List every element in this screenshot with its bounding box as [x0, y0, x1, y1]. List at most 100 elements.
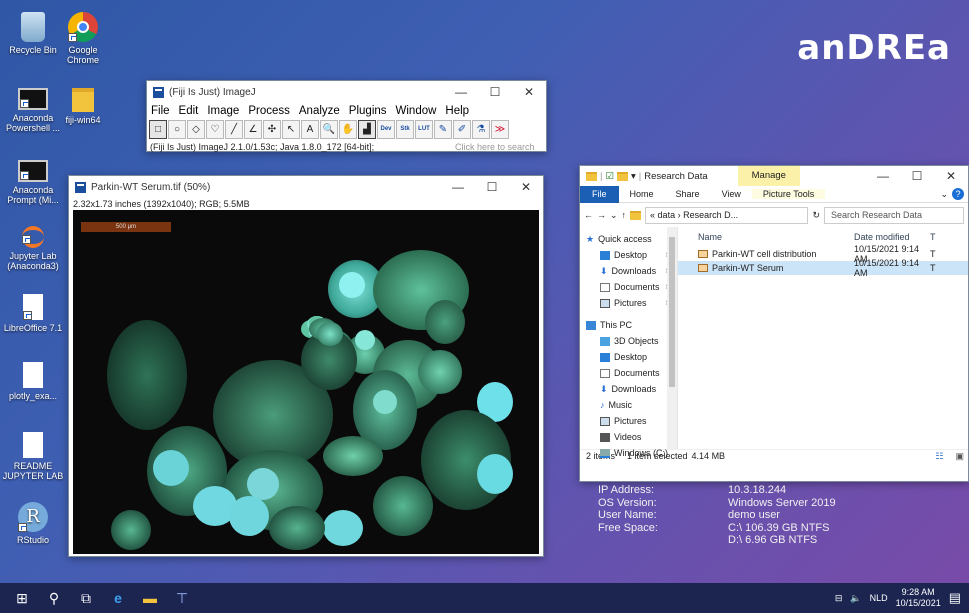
oval-tool-icon[interactable]: ○: [168, 120, 186, 139]
angle-tool-icon[interactable]: ∠: [244, 120, 262, 139]
close-icon[interactable]: ✕: [512, 85, 546, 99]
menu-plugins[interactable]: Plugins: [349, 105, 387, 117]
nav-scrollbar[interactable]: [667, 227, 677, 449]
nav-downloads[interactable]: ⬇Downloads✱: [580, 263, 677, 279]
hand-tool-icon[interactable]: ✋: [339, 120, 357, 139]
maximize-icon[interactable]: ☐: [900, 169, 934, 183]
column-type[interactable]: T: [930, 232, 936, 242]
close-icon[interactable]: ✕: [509, 180, 543, 194]
clock[interactable]: 9:28 AM 10/15/2021: [896, 587, 941, 609]
imagej-window[interactable]: (Fiji Is Just) ImageJ — ☐ ✕ File Edit Im…: [146, 80, 547, 152]
ribbon-expand-icon[interactable]: ⌄: [936, 189, 952, 200]
desktop-icon-rstudio[interactable]: R RStudio: [2, 502, 64, 545]
minimize-icon[interactable]: —: [444, 85, 478, 99]
color-picker-tool-icon[interactable]: ▟: [358, 120, 376, 139]
volume-icon[interactable]: 🔈: [850, 593, 861, 604]
file-explorer-icon[interactable]: ▬: [134, 583, 166, 613]
tab-manage[interactable]: Manage: [737, 166, 800, 186]
start-windows-icon[interactable]: ⊞: [6, 583, 38, 613]
magnifier-tool-icon[interactable]: 🔍: [320, 120, 338, 139]
image-window[interactable]: Parkin-WT Serum.tif (50%) — ☐ ✕ 2.32x1.7…: [68, 175, 544, 557]
nav-pictures[interactable]: Pictures✱: [580, 295, 677, 311]
large-icons-view-icon[interactable]: ▣: [955, 451, 964, 462]
wand-tool-icon[interactable]: ↖: [282, 120, 300, 139]
refresh-icon[interactable]: ↻: [812, 210, 820, 221]
nav-quick-access[interactable]: ★ Quick access: [580, 231, 677, 247]
rectangle-tool-icon[interactable]: □: [149, 120, 167, 139]
desktop-icon-anaconda-prompt[interactable]: Anaconda Prompt (Mi...: [2, 160, 64, 205]
stk-tool-icon[interactable]: Stk: [396, 120, 414, 139]
desktop-icon-readme[interactable]: README JUPYTER LAB: [2, 432, 64, 481]
lut-tool-icon[interactable]: LUT: [415, 120, 433, 139]
nav-documents[interactable]: Documents✱: [580, 279, 677, 295]
tab-file[interactable]: File: [580, 185, 619, 203]
details-view-icon[interactable]: ☷: [935, 451, 943, 462]
desktop-icon-jupyter-lab[interactable]: Jupyter Lab (Anaconda3): [2, 226, 64, 271]
polygon-tool-icon[interactable]: ◇: [187, 120, 205, 139]
menu-file[interactable]: File: [151, 105, 170, 117]
properties-icon[interactable]: ☑: [605, 171, 614, 182]
nav-pc-documents[interactable]: Documents: [580, 365, 677, 381]
help-icon[interactable]: ?: [952, 188, 964, 200]
back-icon[interactable]: ←: [584, 210, 593, 220]
close-icon[interactable]: ✕: [934, 169, 968, 183]
desktop-icon-fiji[interactable]: fiji-win64: [52, 88, 114, 125]
task-view-icon[interactable]: ⧉: [70, 583, 102, 613]
menu-process[interactable]: Process: [248, 105, 290, 117]
language-indicator[interactable]: NLD: [870, 593, 888, 603]
file-row-selected[interactable]: Parkin-WT Serum 10/15/2021 9:14 AM T: [678, 258, 968, 278]
brush-tool-icon[interactable]: ✐: [453, 120, 471, 139]
point-tool-icon[interactable]: ✣: [263, 120, 281, 139]
recent-chevron-icon[interactable]: ⌄: [610, 210, 618, 221]
tab-home[interactable]: Home: [619, 189, 665, 199]
menu-analyze[interactable]: Analyze: [299, 105, 340, 117]
explorer-titlebar[interactable]: | ☑ ▾ | Research Data Manage — ☐ ✕: [580, 166, 968, 186]
menu-window[interactable]: Window: [396, 105, 437, 117]
imagej-titlebar[interactable]: (Fiji Is Just) ImageJ — ☐ ✕: [147, 81, 546, 103]
menu-help[interactable]: Help: [445, 105, 469, 117]
dev-tool-icon[interactable]: Dev: [377, 120, 395, 139]
nav-3d-objects[interactable]: 3D Objects: [580, 333, 677, 349]
nav-pc-desktop[interactable]: Desktop: [580, 349, 677, 365]
pencil-tool-icon[interactable]: ✎: [434, 120, 452, 139]
nav-this-pc[interactable]: This PC: [580, 317, 677, 333]
imagej-search-field[interactable]: Click here to search: [455, 142, 543, 152]
dropper-tool-icon[interactable]: ⚗: [472, 120, 490, 139]
minimize-icon[interactable]: —: [441, 180, 475, 194]
notification-icon[interactable]: ▤: [949, 590, 961, 606]
nav-videos[interactable]: Videos: [580, 429, 677, 445]
network-icon[interactable]: ⊟: [835, 593, 843, 604]
menu-image[interactable]: Image: [207, 105, 239, 117]
forward-icon[interactable]: →: [597, 210, 606, 220]
desktop-icon-libreoffice[interactable]: LibreOffice 7.1: [2, 294, 64, 333]
desktop-icon-plotly[interactable]: plotly_exa...: [2, 362, 64, 401]
image-titlebar[interactable]: Parkin-WT Serum.tif (50%) — ☐ ✕: [69, 176, 543, 198]
freehand-tool-icon[interactable]: ♡: [206, 120, 224, 139]
tab-share[interactable]: Share: [665, 189, 711, 199]
explorer-window[interactable]: | ☑ ▾ | Research Data Manage — ☐ ✕ File …: [579, 165, 969, 482]
edge-icon[interactable]: e: [102, 583, 134, 613]
nav-pc-pictures[interactable]: Pictures: [580, 413, 677, 429]
nav-windows-c[interactable]: Windows (C:): [580, 445, 677, 461]
new-folder-icon[interactable]: [617, 171, 628, 181]
address-bar[interactable]: « data › Research D...: [645, 206, 809, 224]
chevron-down-icon[interactable]: ▾: [631, 171, 636, 182]
tab-view[interactable]: View: [711, 189, 752, 199]
image-canvas[interactable]: 500 μm: [73, 210, 539, 554]
column-date[interactable]: Date modified: [854, 232, 930, 242]
maximize-icon[interactable]: ☐: [478, 85, 512, 99]
up-icon[interactable]: ↑: [622, 210, 627, 220]
search-input[interactable]: Search Research Data: [824, 206, 964, 224]
tab-picture-tools[interactable]: Picture Tools: [751, 189, 826, 199]
line-tool-icon[interactable]: ╱: [225, 120, 243, 139]
minimize-icon[interactable]: —: [866, 169, 900, 183]
more-tools-icon[interactable]: ≫: [491, 120, 509, 139]
text-tool-icon[interactable]: A: [301, 120, 319, 139]
menu-edit[interactable]: Edit: [179, 105, 199, 117]
search-icon[interactable]: ⚲: [38, 583, 70, 613]
imagej-taskbar-icon[interactable]: ⊤: [166, 583, 198, 613]
nav-desktop[interactable]: Desktop✱: [580, 247, 677, 263]
nav-music[interactable]: ♪ Music: [580, 397, 677, 413]
desktop-icon-chrome[interactable]: Google Chrome: [52, 12, 114, 65]
column-name[interactable]: Name: [698, 232, 854, 242]
